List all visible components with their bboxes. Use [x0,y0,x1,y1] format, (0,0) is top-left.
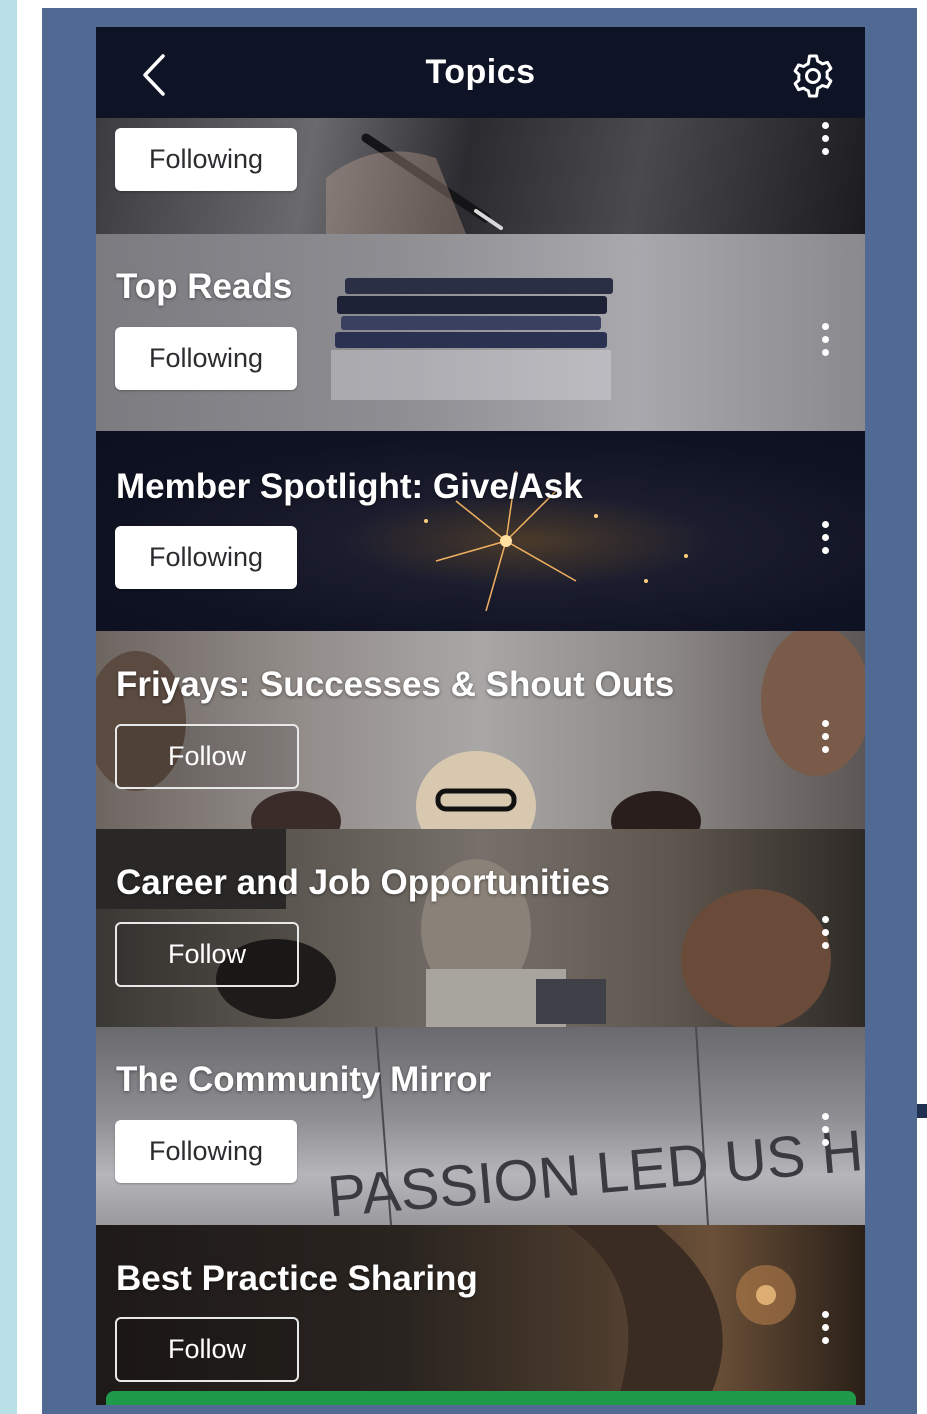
following-button[interactable]: Following [115,1120,297,1183]
frame-edge-marker [917,1104,927,1118]
more-options-icon[interactable] [808,714,842,758]
settings-button[interactable] [788,51,838,101]
more-options-icon[interactable] [808,1107,842,1151]
more-options-icon[interactable] [808,118,842,160]
more-options-icon[interactable] [808,317,842,361]
topic-card[interactable]: Career and Job Opportunities Follow [96,829,865,1027]
topic-card[interactable]: Best Practice Sharing Follow [96,1225,865,1405]
topic-card[interactable]: PASSION LED US HERE The Community Mirror… [96,1027,865,1225]
follow-button[interactable]: Follow [115,1317,299,1382]
following-button[interactable]: Following [115,327,297,390]
more-options-icon[interactable] [808,1305,842,1349]
following-button[interactable]: Following [115,526,297,589]
following-button[interactable]: Following [115,128,297,191]
more-options-icon[interactable] [808,515,842,559]
sign-text: PASSION LED US HERE [325,1108,865,1225]
left-side-strip [0,0,17,1414]
topic-title: Career and Job Opportunities [116,863,610,902]
follow-button[interactable]: Follow [115,922,299,987]
pen-image [326,133,503,234]
topic-title: Best Practice Sharing [116,1259,478,1298]
books-image [331,278,613,400]
topic-title: Member Spotlight: Give/Ask [116,467,583,506]
page-title: Topics [425,53,536,91]
more-options-icon[interactable] [808,910,842,954]
gear-icon [793,54,833,98]
follow-button[interactable]: Follow [115,724,299,789]
topic-card[interactable]: Top Reads Following [96,234,865,431]
phone-screen: Topics Following Top Reads Following Mem… [96,27,865,1405]
nav-bar: Topics [96,27,865,118]
topic-title: Friyays: Successes & Shout Outs [116,665,675,704]
topic-card[interactable]: Following [96,118,865,234]
topic-title: The Community Mirror [116,1060,492,1099]
topic-title: Top Reads [116,267,293,306]
topic-card[interactable]: Member Spotlight: Give/Ask Following [96,431,865,631]
bottom-action-bar[interactable] [106,1391,856,1405]
topic-card[interactable]: Friyays: Successes & Shout Outs Follow [96,631,865,829]
